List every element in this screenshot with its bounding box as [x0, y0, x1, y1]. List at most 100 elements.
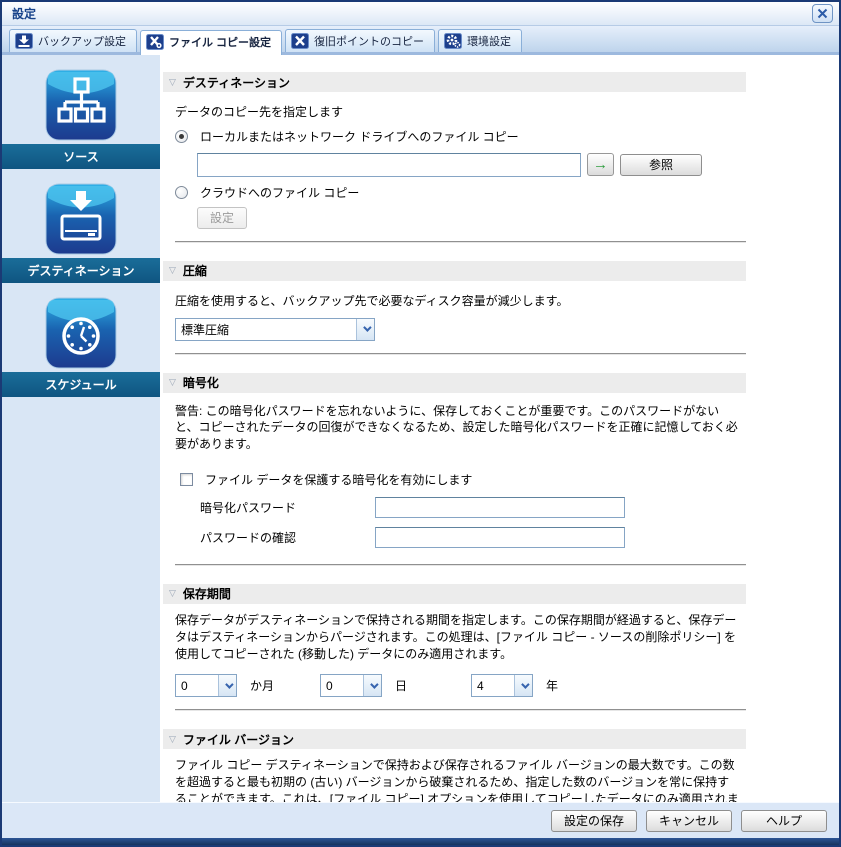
destination-intro-text: データのコピー先を指定します [175, 105, 344, 119]
section-divider [175, 240, 746, 243]
section-file-version: ファイル コピー デスティネーションで保持および保存されるファイル バージョンの… [163, 757, 741, 802]
section-header-destination[interactable]: ▽ デスティネーション [163, 72, 746, 92]
radio-cloud-copy-label: クラウドへのファイル コピー [200, 185, 360, 200]
preferences-gear-icon [444, 33, 463, 49]
section-header-retention[interactable]: ▽ 保存期間 [163, 583, 746, 604]
dialog-title: 設定 [12, 7, 37, 21]
days-unit-label: 日 [395, 679, 408, 694]
section-divider [175, 563, 746, 566]
tab-bar: バックアップ設定 ファイル コピー設定 復旧ポイントのコピー 環境設定 [2, 26, 839, 55]
retention-controls-row: 0 か月 0 日 4 年 [175, 674, 741, 698]
radio-local-copy[interactable]: ローカルまたはネットワーク ドライブへのファイル コピー [175, 128, 741, 145]
section-divider [175, 352, 746, 355]
dropdown-arrow-button[interactable] [363, 675, 382, 697]
sidebar-item-schedule[interactable]: スケジュール [2, 297, 160, 397]
sidebar-item-source[interactable]: ソース [2, 69, 160, 169]
tab-label: 復旧ポイントのコピー [314, 36, 425, 48]
months-unit-label: か月 [250, 679, 275, 694]
backup-settings-icon [15, 33, 33, 49]
cancel-button[interactable]: キャンセル [646, 809, 732, 832]
schedule-clock-icon [45, 297, 117, 369]
sidebar-label-schedule[interactable]: スケジュール [2, 372, 160, 397]
section-title: ファイル バージョン [182, 732, 295, 747]
chevron-down-icon [224, 680, 234, 689]
collapse-triangle-icon: ▽ [169, 76, 176, 87]
sidebar: ソース デスティネーション スケジュール [2, 55, 160, 802]
save-settings-button[interactable]: 設定の保存 [551, 809, 637, 832]
section-destination: データのコピー先を指定します ローカルまたはネットワーク ドライブへのファイル … [163, 104, 746, 243]
go-arrow-button[interactable]: → [587, 153, 614, 177]
dialog-body: ソース デスティネーション スケジュール ▽ デスティネーション データのコピー… [2, 55, 839, 802]
section-divider [175, 709, 746, 712]
radio-button-icon[interactable] [175, 185, 188, 199]
bottom-edge [2, 838, 839, 845]
compression-select[interactable]: 標準圧縮 [175, 317, 375, 341]
radio-local-copy-label: ローカルまたはネットワーク ドライブへのファイル コピー [200, 129, 519, 144]
confirm-password-input[interactable] [375, 526, 625, 548]
tab-label: バックアップ設定 [38, 36, 126, 48]
section-compression: 圧縮を使用すると、バックアップ先で必要なディスク容量が減少します。 標準圧縮 [163, 293, 746, 355]
compression-description: 圧縮を使用すると、バックアップ先で必要なディスク容量が減少します。 [175, 293, 569, 308]
section-title: 暗号化 [182, 376, 219, 391]
tab-label: 環境設定 [467, 36, 512, 48]
close-button[interactable] [812, 4, 833, 23]
file-copy-settings-panel: ▽ デスティネーション データのコピー先を指定します ローカルまたはネットワーク… [160, 55, 839, 802]
years-unit-label: 年 [546, 679, 559, 694]
retention-years-value: 4 [477, 678, 484, 693]
enable-encryption-checkbox-row[interactable]: ファイル データを保護する暗号化を有効にします [180, 471, 741, 488]
destination-path-input[interactable] [197, 152, 581, 177]
dropdown-arrow-button[interactable] [514, 675, 533, 697]
password-label: 暗号化パスワード [200, 500, 297, 515]
tab-label: ファイル コピー設定 [169, 36, 272, 49]
retention-months-value: 0 [181, 678, 188, 693]
password-row: 暗号化パスワード [200, 496, 741, 518]
sidebar-label-source[interactable]: ソース [2, 144, 160, 169]
close-icon [817, 8, 828, 19]
source-network-icon [45, 69, 117, 141]
settings-dialog: 設定 バックアップ設定 ファイル コピー設定 復旧ポイントのコピー 環境設定 ソ… [0, 0, 841, 847]
help-button[interactable]: ヘルプ [741, 809, 827, 832]
radio-button-icon[interactable] [175, 129, 188, 143]
encryption-password-input[interactable] [375, 496, 625, 518]
collapse-triangle-icon: ▽ [169, 265, 176, 276]
section-title: 圧縮 [182, 264, 207, 279]
chevron-down-icon [369, 680, 379, 689]
tab-recovery-point-copy[interactable]: 復旧ポイントのコピー [285, 29, 436, 52]
tab-file-copy-settings[interactable]: ファイル コピー設定 [140, 30, 283, 55]
dropdown-arrow-button[interactable] [356, 318, 374, 340]
retention-years-select[interactable]: 4 [471, 674, 534, 698]
enable-encryption-label: ファイル データを保護する暗号化を有効にします [205, 472, 473, 487]
destination-path-row: → 参照 [197, 152, 741, 177]
retention-months-select[interactable]: 0 [175, 674, 237, 698]
footer-bar: 設定の保存 キャンセル ヘルプ [2, 802, 839, 838]
section-encryption: 警告: この暗号化パスワードを忘れないように、保存しておくことが重要です。このパ… [163, 403, 746, 566]
sidebar-item-destination[interactable]: デスティネーション [2, 183, 160, 283]
green-arrow-icon: → [593, 156, 608, 174]
browse-button[interactable]: 参照 [620, 153, 702, 176]
title-bar: 設定 [2, 2, 839, 26]
collapse-triangle-icon: ▽ [169, 733, 176, 744]
sidebar-label-destination[interactable]: デスティネーション [2, 258, 160, 283]
collapse-triangle-icon: ▽ [169, 377, 176, 388]
section-title: 保存期間 [182, 587, 231, 602]
checkbox-icon[interactable] [180, 472, 193, 486]
section-header-encryption[interactable]: ▽ 暗号化 [163, 372, 746, 393]
section-header-compression[interactable]: ▽ 圧縮 [163, 260, 746, 281]
tab-preferences[interactable]: 環境設定 [438, 29, 523, 52]
section-retention: 保存データがデスティネーションで保持される期間を指定します。この保存期間が経過す… [163, 612, 746, 712]
cloud-configure-button[interactable]: 設定 [197, 206, 248, 229]
radio-cloud-copy[interactable]: クラウドへのファイル コピー [175, 184, 741, 201]
compression-selected-value: 標準圧縮 [181, 322, 230, 337]
retention-days-select[interactable]: 0 [320, 674, 383, 698]
retention-description: 保存データがデスティネーションで保持される期間を指定します。この保存期間が経過す… [175, 612, 737, 661]
confirm-password-row: パスワードの確認 [200, 526, 741, 548]
section-header-file-version[interactable]: ▽ ファイル バージョン [163, 729, 746, 750]
retention-days-value: 0 [326, 678, 333, 693]
chevron-down-icon [520, 680, 530, 689]
collapse-triangle-icon: ▽ [169, 588, 176, 599]
dropdown-arrow-button[interactable] [218, 675, 236, 697]
confirm-password-label: パスワードの確認 [200, 530, 297, 545]
destination-disk-icon [45, 183, 117, 255]
chevron-down-icon [362, 323, 372, 332]
tab-backup-settings[interactable]: バックアップ設定 [9, 29, 137, 52]
